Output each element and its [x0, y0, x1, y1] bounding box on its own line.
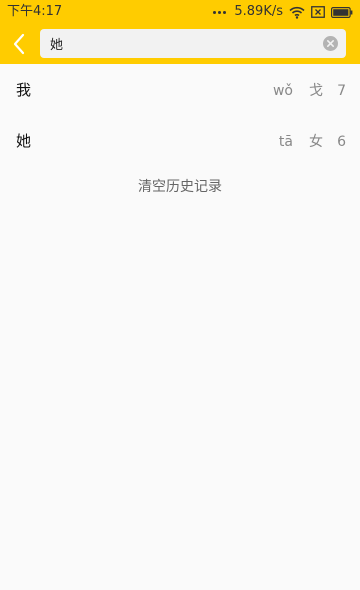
clear-history-button[interactable]: 清空历史记录	[0, 178, 360, 196]
network-speed: 5.89K/s	[234, 4, 283, 19]
history-item-pinyin: wǒ	[272, 83, 293, 99]
clear-search-button[interactable]	[323, 36, 338, 51]
history-item[interactable]: 我 wǒ 戈 7	[0, 64, 360, 115]
search-input[interactable]	[50, 29, 310, 58]
clear-icon	[323, 36, 338, 51]
wifi-icon	[289, 6, 305, 19]
close-box-icon	[311, 6, 325, 18]
back-arrow-icon	[13, 33, 25, 55]
status-icons: 5.89K/s	[213, 4, 353, 20]
history-item-char: 她	[16, 132, 32, 150]
battery-icon	[331, 6, 353, 18]
history-item-char: 我	[16, 81, 32, 99]
search-box	[40, 29, 346, 58]
history-item-radical: 女	[309, 134, 323, 150]
history-item-radical: 戈	[309, 83, 323, 99]
more-dots-icon	[213, 10, 227, 14]
history-list: 我 wǒ 戈 7 她 tā 女 6	[0, 64, 360, 166]
status-bar: 下午4:17 5.89K/s	[0, 0, 360, 24]
status-time: 下午4:17	[7, 4, 63, 19]
history-item-pinyin: tā	[278, 134, 293, 150]
back-button[interactable]	[4, 28, 34, 60]
history-item-strokes: 7	[337, 83, 346, 99]
app-header: 下午4:17 5.89K/s	[0, 0, 360, 64]
history-item[interactable]: 她 tā 女 6	[0, 115, 360, 166]
history-item-strokes: 6	[337, 134, 346, 150]
